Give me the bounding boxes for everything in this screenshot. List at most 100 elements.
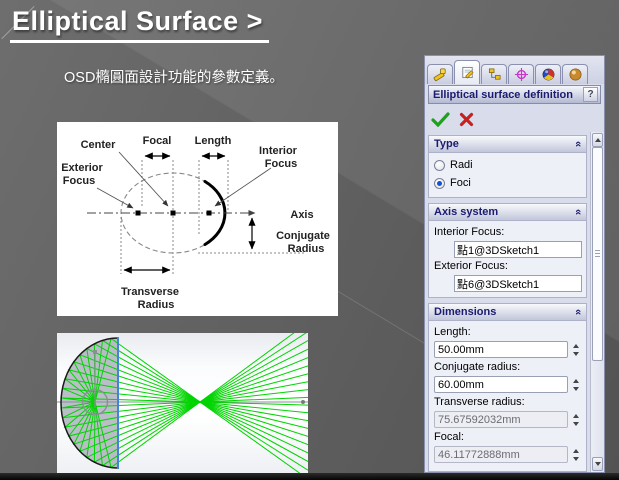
transverse-radius-label: Transverse [121,286,179,298]
dimensions-group-header[interactable]: Dimensions « [429,304,586,321]
gold-sphere-icon [568,67,583,82]
exterior-focus-label: Exterior [61,162,103,174]
exterior-focus-field[interactable] [454,275,582,292]
cancel-button[interactable] [459,112,474,127]
transverse-radius-label: Radius [138,299,175,311]
panel-tab-features[interactable] [427,64,453,84]
spin-down-icon [573,422,579,426]
axis-system-group-body: Interior Focus: Exterior Focus: [429,221,586,297]
axis-end-point [301,400,305,404]
crosshair-icon [514,67,529,82]
close-x-icon [462,114,472,124]
transverse-radius-label: Transverse radius: [434,396,581,408]
arrow-down-icon [595,462,601,466]
spin-down-icon[interactable] [573,352,579,356]
sketch-point [93,350,97,354]
spin-up-icon [573,414,579,418]
transverse-radius-field [434,411,568,428]
ray-trace-figure [57,333,308,473]
length-field[interactable] [434,341,568,358]
axis-system-group-title: Axis system [434,206,498,218]
scrollbar-thumb[interactable] [592,147,603,361]
panel-tab-target[interactable] [508,64,534,84]
radio-option-foci[interactable]: Foci [434,174,581,192]
panel-header: Elliptical surface definition ? [428,85,601,104]
focal-row [434,446,581,463]
length-label: Length: [434,326,581,338]
focal-label: Focal [143,135,172,147]
dimensions-group-body: Length: Conjugate radius: Transverse rad… [429,321,586,471]
transverse-radius-stepper [571,412,581,428]
focal-field [434,446,568,463]
spin-up-icon[interactable] [573,344,579,348]
conjugate-radius-stepper[interactable] [571,377,581,393]
radio-icon[interactable] [434,160,445,171]
interior-focus-label: Interior Focus: [434,226,581,238]
property-panel: Elliptical surface definition ? Type « [424,55,605,473]
exterior-focus-label: Focus [63,175,95,187]
panel-scrollbar[interactable] [590,132,604,472]
conjugate-radius-label: Conjugate [276,230,330,242]
type-group-title: Type [434,138,459,150]
spin-down-icon[interactable] [573,387,579,391]
dimensions-group-title: Dimensions [434,306,496,318]
transverse-radius-row [434,411,581,428]
axis-label: Axis [290,209,313,221]
conjugate-radius-label: Radius [288,243,325,255]
type-group: Type « Radi Foci [428,135,587,198]
length-stepper[interactable] [571,342,581,358]
spin-up-icon[interactable] [573,379,579,383]
length-row [434,341,581,358]
length-label: Length [195,135,232,147]
collapse-chevron-icon[interactable]: « [572,309,584,315]
radio-label: Foci [450,177,471,189]
radio-option-radi[interactable]: Radi [434,156,581,174]
scroll-down-button[interactable] [592,457,603,471]
sketch-icon [460,65,475,80]
ray-trace-image [57,333,308,473]
arrow-up-icon [595,138,601,142]
panel-tab-dimxpert[interactable] [535,64,561,84]
axis-system-group-header[interactable]: Axis system « [429,204,586,221]
conjugate-radius-row [434,376,581,393]
type-group-body: Radi Foci [429,153,586,197]
tricolor-sphere-icon [541,67,556,82]
page-subtitle: OSD橢圓面設計功能的參數定義。 [64,66,284,87]
axis-system-group: Axis system « Interior Focus: Exterior F… [428,203,587,298]
slide: Elliptical Surface > OSD橢圓面設計功能的參數定義。 [0,0,619,480]
interior-focus-label: Interior [259,145,298,157]
focal-label: Focal: [434,431,581,443]
help-button[interactable]: ? [583,87,598,102]
collapse-chevron-icon[interactable]: « [572,209,584,215]
center-label: Center [81,139,117,151]
dimensions-group: Dimensions « Length: Conjugate radius: [428,303,587,472]
panel-content-row: Type « Radi Foci [425,132,604,472]
panel-actions [425,106,604,132]
scroll-up-button[interactable] [592,133,603,147]
leader-arrows [97,152,271,208]
slide-bottom-bar [0,473,619,480]
focal-stepper [571,447,581,463]
radio-selected-icon[interactable] [434,178,445,189]
panel-content: Type « Radi Foci [425,132,590,472]
panel-tab-render[interactable] [562,64,588,84]
radio-label: Radi [450,159,473,171]
wrench-icon [433,67,448,82]
conjugate-radius-label: Conjugate radius: [434,361,581,373]
ellipse-parameter-figure: Center Focal Length Interior Focus Exter… [57,122,338,316]
spin-up-icon [573,449,579,453]
panel-title: Elliptical surface definition [433,89,583,101]
property-panel-tabs [425,56,604,84]
type-group-header[interactable]: Type « [429,136,586,153]
interior-focus-field[interactable] [454,241,582,258]
ok-button[interactable] [431,112,450,127]
conjugate-radius-field[interactable] [434,376,568,393]
page-title: Elliptical Surface > [10,6,269,43]
spin-down-icon [573,457,579,461]
panel-tab-property-manager[interactable] [454,60,480,84]
collapse-chevron-icon[interactable]: « [572,141,584,147]
link-icon [487,67,502,82]
exterior-focus-label: Exterior Focus: [434,260,581,272]
check-icon [433,114,448,125]
panel-tab-configurations[interactable] [481,64,507,84]
